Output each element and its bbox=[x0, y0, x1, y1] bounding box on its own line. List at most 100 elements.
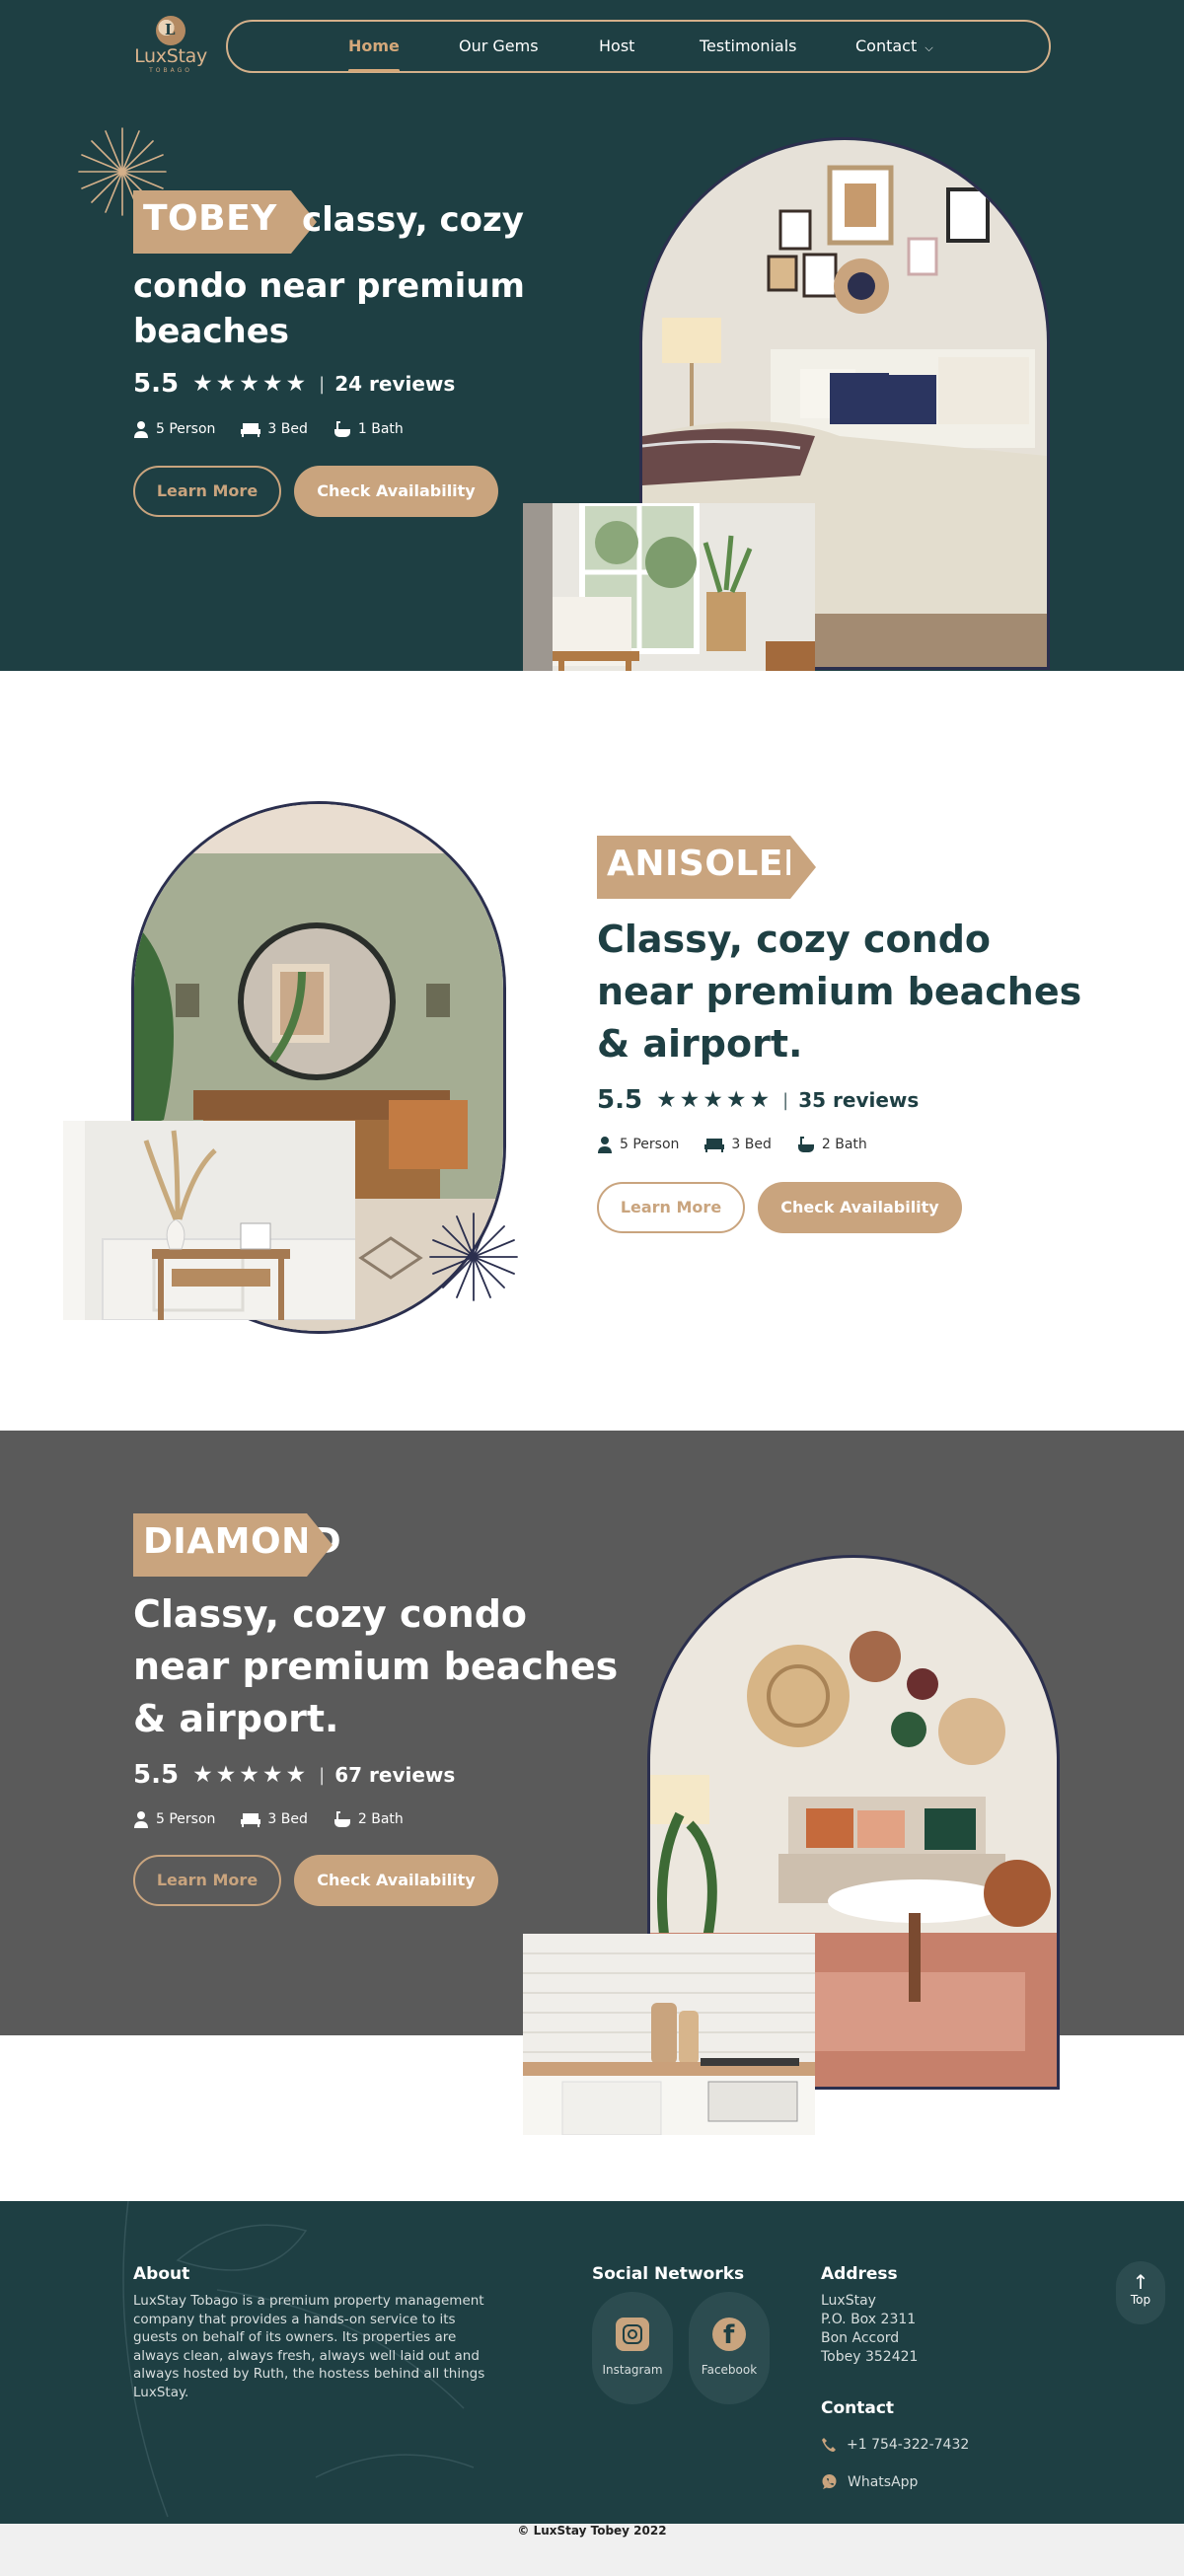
listing-title-line3: beaches bbox=[133, 312, 289, 351]
rating-score: 5.5 bbox=[597, 1085, 643, 1115]
facebook-icon: f bbox=[712, 2318, 746, 2351]
person-icon bbox=[134, 1811, 148, 1828]
bath-icon bbox=[797, 1137, 814, 1152]
about-text: LuxStay Tobago is a premium property man… bbox=[133, 2293, 485, 2400]
listing-title-line1: Classy, cozy condo bbox=[597, 918, 992, 961]
address-line: P.O. Box 2311 bbox=[821, 2312, 917, 2327]
amenities: 5 Person 3 Bed 2 Bath bbox=[133, 1810, 404, 1828]
phone-icon bbox=[822, 2438, 836, 2452]
footer: About LuxStay Tobago is a premium proper… bbox=[0, 2201, 1184, 2524]
person-icon bbox=[598, 1137, 612, 1153]
contact-heading: Contact bbox=[821, 2398, 895, 2418]
instagram-icon bbox=[616, 2318, 649, 2351]
chevron-down-icon: ⌵ bbox=[925, 41, 933, 54]
rating: 5.5 ★★★★★ | 35 reviews bbox=[597, 1085, 919, 1115]
about-heading: About bbox=[133, 2264, 190, 2284]
bed-icon bbox=[241, 423, 261, 437]
rating-separator: | bbox=[319, 373, 326, 395]
address-heading: Address bbox=[821, 2264, 898, 2284]
phone-number: +1 754-322-7432 bbox=[847, 2437, 970, 2453]
phone-link[interactable]: +1 754-322-7432 bbox=[821, 2437, 969, 2453]
social-heading: Social Networks bbox=[592, 2264, 745, 2284]
kitchen-photo bbox=[523, 1934, 815, 2135]
star-rating-icon: ★★★★★ bbox=[192, 371, 310, 397]
bed-icon bbox=[704, 1139, 725, 1152]
nav-home[interactable]: Home bbox=[348, 37, 400, 72]
logo-subtitle: TOBAGO bbox=[149, 67, 192, 74]
address-line: LuxStay bbox=[821, 2293, 876, 2309]
amenity-baths: 2 Bath bbox=[797, 1136, 867, 1153]
amenities: 5 Person 3 Bed 2 Bath bbox=[597, 1136, 867, 1153]
learn-more-button[interactable]: Learn More bbox=[133, 466, 281, 517]
amenity-persons: 5 Person bbox=[133, 420, 215, 438]
instagram-link[interactable]: Instagram bbox=[592, 2292, 673, 2404]
nav-our-gems[interactable]: Our Gems bbox=[459, 37, 539, 55]
arrow-up-icon: ↑ bbox=[1132, 2270, 1149, 2294]
bath-icon bbox=[333, 421, 350, 437]
amenity-beds: 3 Bed bbox=[241, 1811, 308, 1827]
person-icon bbox=[134, 421, 148, 438]
amenity-beds: 3 Bed bbox=[704, 1137, 772, 1152]
address-block: LuxStay P.O. Box 2311 Bon Accord Tobey 3… bbox=[821, 2292, 918, 2367]
listing-title-inline: classy, cozy bbox=[302, 200, 524, 240]
whatsapp-label: WhatsApp bbox=[848, 2473, 919, 2490]
address-line: Bon Accord bbox=[821, 2330, 900, 2346]
listing-section-anisolen: ANISOLEN Classy, cozy condo near premium… bbox=[0, 671, 1184, 1431]
rating: 5.5 ★★★★★ | 67 reviews bbox=[133, 1760, 455, 1790]
amenities: 5 Person 3 Bed 1 Bath bbox=[133, 420, 404, 438]
main-nav: Home Our Gems Host Testimonials Contact … bbox=[226, 20, 1051, 73]
facebook-label: Facebook bbox=[701, 2363, 758, 2377]
back-to-top-button[interactable]: ↑ Top bbox=[1116, 2261, 1165, 2324]
listing-tag-diamond: DIAMOND bbox=[133, 1513, 341, 1577]
nav-testimonials[interactable]: Testimonials bbox=[700, 37, 797, 55]
listing-tag-tobey: TOBEY bbox=[133, 190, 317, 254]
rating-score: 5.5 bbox=[133, 1760, 180, 1790]
learn-more-button[interactable]: Learn More bbox=[597, 1182, 745, 1233]
copyright: © LuxStay Tobey 2022 bbox=[0, 2524, 1184, 2576]
rating-separator: | bbox=[319, 1764, 326, 1786]
starburst-decoration bbox=[429, 1213, 518, 1301]
amenity-beds: 3 Bed bbox=[241, 421, 308, 437]
review-count: 35 reviews bbox=[798, 1088, 920, 1112]
amenity-baths: 2 Bath bbox=[333, 1810, 404, 1828]
logo-name: LuxStay bbox=[134, 45, 207, 67]
nav-host[interactable]: Host bbox=[599, 37, 634, 55]
instagram-label: Instagram bbox=[602, 2363, 663, 2377]
amenity-persons: 5 Person bbox=[597, 1136, 679, 1153]
listing-title-line3: & airport. bbox=[133, 1697, 339, 1740]
check-availability-button[interactable]: Check Availability bbox=[294, 466, 498, 517]
listing-title-line1: Classy, cozy condo bbox=[133, 1592, 528, 1636]
back-to-top-label: Top bbox=[1130, 2293, 1151, 2307]
bed-icon bbox=[241, 1813, 261, 1827]
bath-icon bbox=[333, 1811, 350, 1827]
star-rating-icon: ★★★★★ bbox=[656, 1087, 774, 1113]
rating-separator: | bbox=[782, 1089, 789, 1111]
check-availability-button[interactable]: Check Availability bbox=[758, 1182, 962, 1233]
rating-score: 5.5 bbox=[133, 369, 180, 399]
listing-tag-anisolen: ANISOLEN bbox=[597, 836, 816, 899]
listing-title-line3: & airport. bbox=[597, 1022, 803, 1066]
listing-title-line2: near premium beaches bbox=[597, 970, 1082, 1013]
vase-table-illustration bbox=[63, 1121, 355, 1320]
listing-title-line2: condo near premium bbox=[133, 266, 525, 306]
nav-contact[interactable]: Contact ⌵ bbox=[855, 37, 933, 55]
address-line: Tobey 352421 bbox=[821, 2349, 919, 2365]
kitchen-illustration bbox=[523, 1934, 815, 2135]
hero-section: L LuxStay TOBAGO Home Our Gems Host Test… bbox=[0, 0, 1184, 702]
amenity-baths: 1 Bath bbox=[333, 420, 404, 438]
nav-contact-label: Contact bbox=[855, 37, 918, 55]
whatsapp-icon bbox=[822, 2474, 837, 2489]
check-availability-button[interactable]: Check Availability bbox=[294, 1855, 498, 1906]
review-count: 24 reviews bbox=[334, 372, 456, 396]
learn-more-button[interactable]: Learn More bbox=[133, 1855, 281, 1906]
facebook-link[interactable]: f Facebook bbox=[689, 2292, 770, 2404]
logo-mark: L bbox=[156, 16, 185, 45]
whatsapp-link[interactable]: WhatsApp bbox=[821, 2473, 918, 2490]
logo[interactable]: L LuxStay TOBAGO bbox=[130, 16, 211, 77]
star-rating-icon: ★★★★★ bbox=[192, 1762, 310, 1788]
review-count: 67 reviews bbox=[334, 1763, 456, 1787]
amenity-persons: 5 Person bbox=[133, 1810, 215, 1828]
vase-table-photo bbox=[63, 1121, 355, 1320]
rating: 5.5 ★★★★★ | 24 reviews bbox=[133, 369, 455, 399]
listing-title-line2: near premium beaches bbox=[133, 1645, 619, 1688]
